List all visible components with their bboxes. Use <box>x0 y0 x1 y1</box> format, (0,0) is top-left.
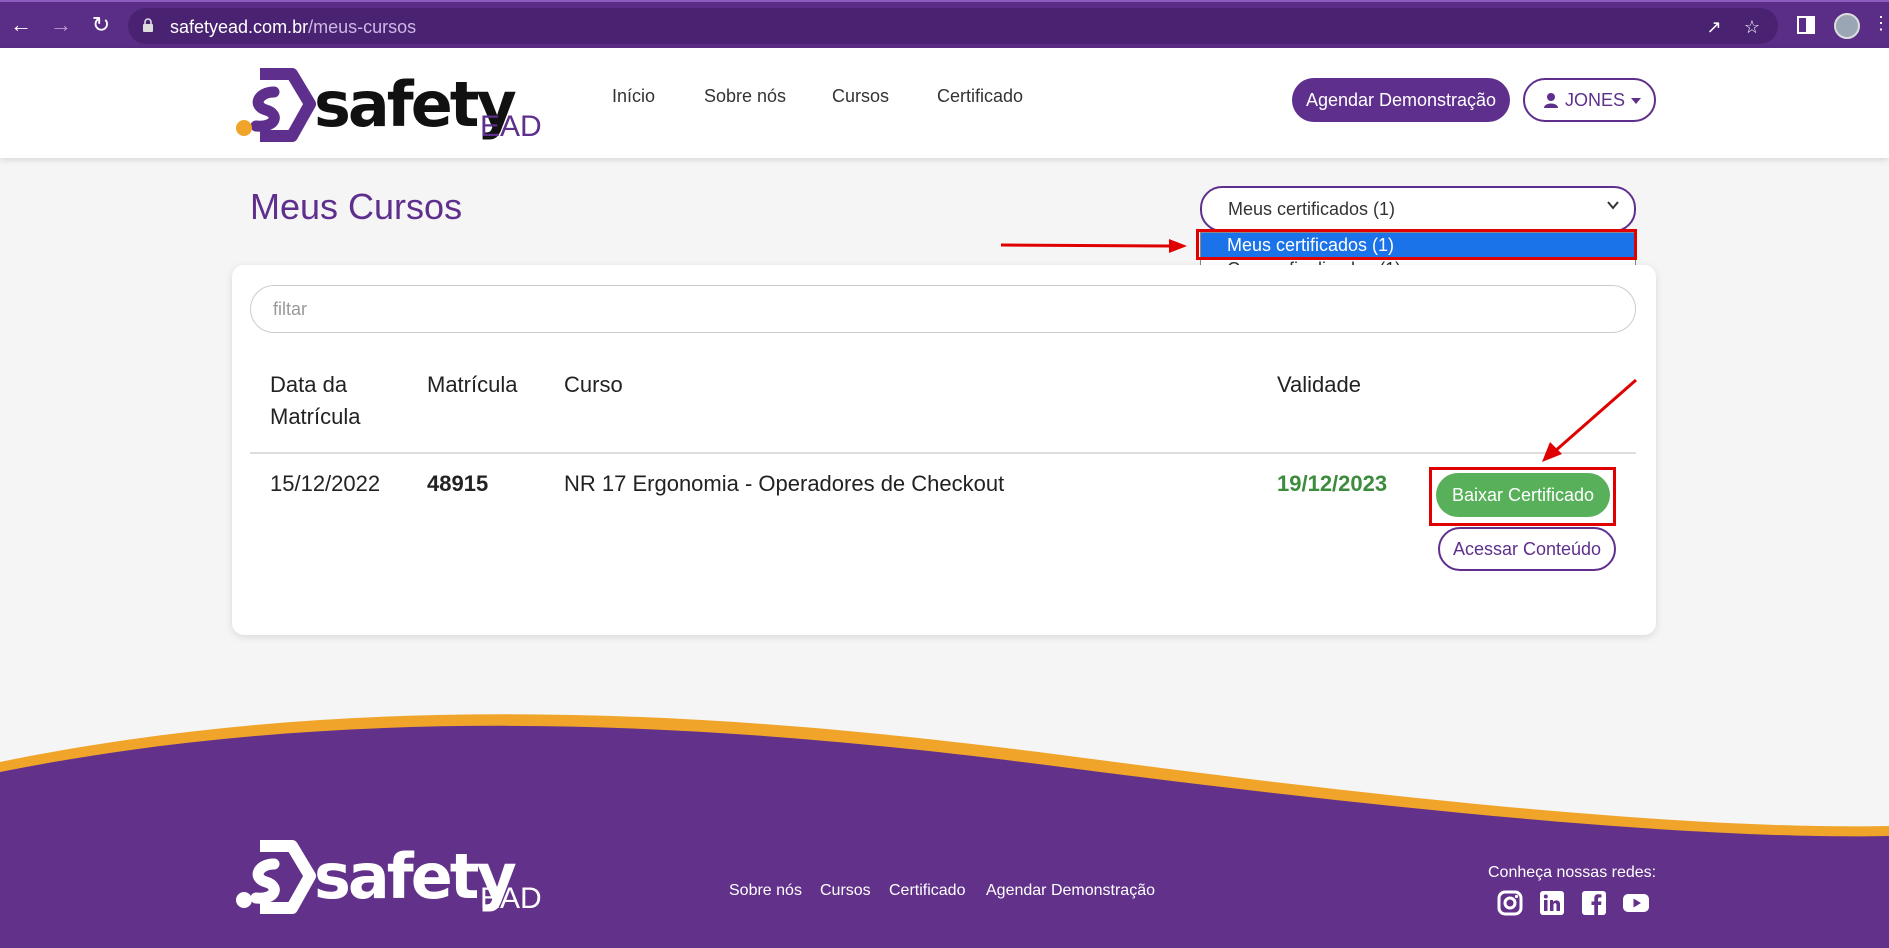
col-header-matricula: Matrícula <box>427 372 518 397</box>
browser-toolbar: ← → ↻ safetyead.com.br/meus-cursos ↗ ☆ ⋮ <box>0 0 1889 48</box>
col-header-validade: Validade <box>1277 372 1361 397</box>
col-header-data: Data da Matrícula <box>270 372 361 429</box>
certificate-filter-select[interactable]: Meus certificados (1) <box>1200 186 1636 232</box>
annotation-arrow-diagonal-icon <box>1542 378 1637 462</box>
linkedin-icon[interactable] <box>1539 890 1565 916</box>
schedule-demo-button[interactable]: Agendar Demonstração <box>1292 78 1510 122</box>
footer-link-certificado[interactable]: Certificado <box>889 882 965 900</box>
nav-link-certificado[interactable]: Certificado <box>937 86 1023 107</box>
share-icon[interactable]: ↗ <box>1704 17 1724 37</box>
youtube-icon[interactable] <box>1623 890 1649 916</box>
back-arrow-icon[interactable]: ← <box>8 12 34 38</box>
filter-input[interactable]: filtar <box>250 285 1636 333</box>
footer-link-sobre[interactable]: Sobre nós <box>729 882 802 900</box>
footer-link-cursos[interactable]: Cursos <box>820 882 871 900</box>
address-url: safetyead.com.br/meus-cursos <box>170 17 417 37</box>
footer-logo[interactable]: safety EAD <box>230 838 542 916</box>
annotation-highlight-option <box>1196 229 1637 260</box>
nav-link-sobre[interactable]: Sobre nós <box>704 86 786 107</box>
profile-avatar[interactable] <box>1834 13 1860 39</box>
facebook-icon[interactable] <box>1581 890 1607 916</box>
lock-icon <box>143 18 153 32</box>
logo-mark-icon <box>236 68 316 142</box>
forward-arrow-icon[interactable]: → <box>48 12 74 38</box>
logo-suffix: EAD <box>480 110 542 143</box>
cell-matricula: 48915 <box>427 471 489 496</box>
footer-logo-suffix: EAD <box>480 882 542 915</box>
site-header: safety EAD Início Sobre nós Cursos Certi… <box>0 48 1889 158</box>
caret-down-icon <box>1631 98 1642 104</box>
star-icon[interactable]: ☆ <box>1742 17 1762 37</box>
chevron-down-icon <box>1607 201 1619 210</box>
nav-link-cursos[interactable]: Cursos <box>832 86 889 107</box>
user-menu-button[interactable]: JONES <box>1523 78 1656 122</box>
annotation-arrow-left-icon <box>1000 239 1187 253</box>
table-divider <box>250 452 1636 454</box>
user-icon <box>1544 93 1558 108</box>
page-title: Meus Cursos <box>250 186 463 227</box>
footer-logo-mark-icon <box>236 840 316 914</box>
address-bar[interactable]: safetyead.com.br/meus-cursos ↗ ☆ <box>128 8 1778 44</box>
cell-validade: 19/12/2023 <box>1277 471 1388 496</box>
cell-data: 15/12/2022 <box>270 471 381 496</box>
courses-card: filtar Data da Matrícula Matrícula Curso… <box>232 265 1656 635</box>
annotation-highlight-button <box>1429 467 1616 526</box>
col-header-curso: Curso <box>564 372 623 397</box>
cell-curso: NR 17 Ergonomia - Operadores de Checkout <box>564 471 1005 496</box>
user-name: JONES <box>1565 90 1626 110</box>
social-title: Conheça nossas redes: <box>1488 864 1657 881</box>
footer-link-demo[interactable]: Agendar Demonstração <box>986 882 1155 900</box>
instagram-icon[interactable] <box>1497 890 1523 916</box>
select-value: Meus certificados (1) <box>1228 199 1396 219</box>
nav-link-inicio[interactable]: Início <box>612 86 655 107</box>
access-content-button[interactable]: Acessar Conteúdo <box>1438 527 1616 571</box>
kebab-menu-icon[interactable]: ⋮ <box>1872 13 1889 34</box>
reload-icon[interactable]: ↻ <box>88 12 114 38</box>
site-logo[interactable]: safety EAD <box>230 66 542 144</box>
sidepanel-icon[interactable] <box>1797 16 1815 34</box>
